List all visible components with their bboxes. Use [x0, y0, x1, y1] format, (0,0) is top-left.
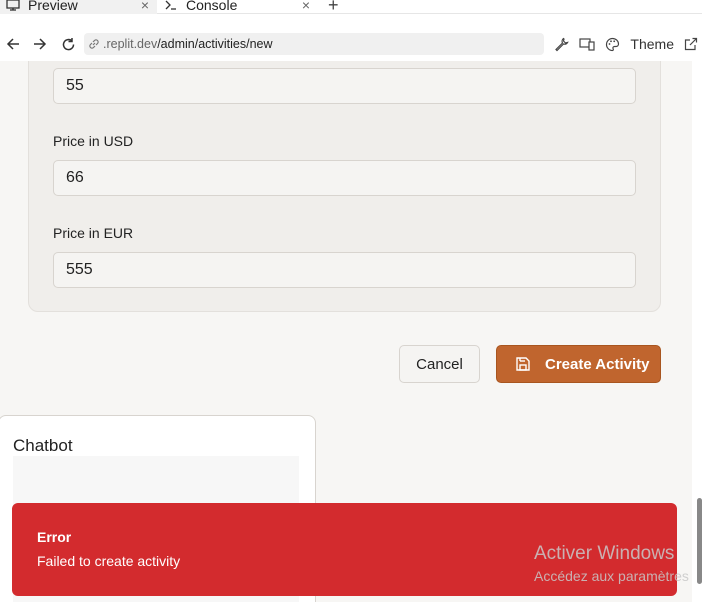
- tab-preview[interactable]: Preview ×: [0, 0, 157, 14]
- toast-message: Failed to create activity: [37, 553, 181, 569]
- terminal-icon: [162, 0, 180, 12]
- close-tab-icon[interactable]: ×: [302, 0, 310, 13]
- address-bar: .replit.dev/admin/activities/new Theme: [0, 29, 702, 59]
- page-content: 55 Price in USD 66 Price in EUR 555 Canc…: [0, 61, 692, 602]
- theme-label[interactable]: Theme: [630, 36, 674, 52]
- toast-title: Error: [37, 529, 72, 545]
- price-eur-label: Price in EUR: [53, 225, 134, 241]
- price-usd-label: Price in USD: [53, 133, 134, 149]
- first-value-field[interactable]: 55: [53, 68, 636, 104]
- price-usd-field[interactable]: 66: [53, 160, 636, 196]
- price-eur-field[interactable]: 555: [53, 252, 636, 288]
- palette-icon[interactable]: [605, 37, 620, 52]
- reload-icon[interactable]: [59, 35, 77, 53]
- create-activity-button[interactable]: Create Activity: [496, 345, 661, 383]
- url-field[interactable]: .replit.dev/admin/activities/new: [84, 33, 544, 55]
- url-host: .replit.dev: [103, 37, 158, 51]
- forward-icon[interactable]: [31, 35, 49, 53]
- url-path: /admin/activities/new: [157, 37, 273, 51]
- tab-label: Console: [186, 0, 238, 13]
- external-link-icon[interactable]: [684, 37, 698, 51]
- back-icon[interactable]: [4, 35, 22, 53]
- cancel-button[interactable]: Cancel: [399, 345, 480, 383]
- save-icon: [515, 356, 531, 372]
- wrench-icon[interactable]: [554, 37, 570, 52]
- windows-activation-title: Activer Windows: [534, 543, 675, 564]
- toolbar-tools: Theme: [554, 35, 702, 53]
- new-tab-button[interactable]: +: [328, 0, 339, 16]
- tab-strip: Preview × Console × +: [0, 0, 702, 16]
- chatbot-title: Chatbot: [13, 436, 73, 455]
- close-tab-icon[interactable]: ×: [141, 0, 149, 13]
- windows-activation-subtitle: Accédez aux paramètres: [534, 568, 689, 584]
- devices-icon[interactable]: [579, 37, 596, 51]
- tab-label: Preview: [28, 0, 78, 13]
- tab-console[interactable]: Console ×: [158, 0, 318, 14]
- create-activity-label: Create Activity: [545, 355, 650, 373]
- link-icon: [88, 38, 100, 50]
- scrollbar-thumb[interactable]: [697, 498, 702, 584]
- monitor-icon: [4, 0, 22, 12]
